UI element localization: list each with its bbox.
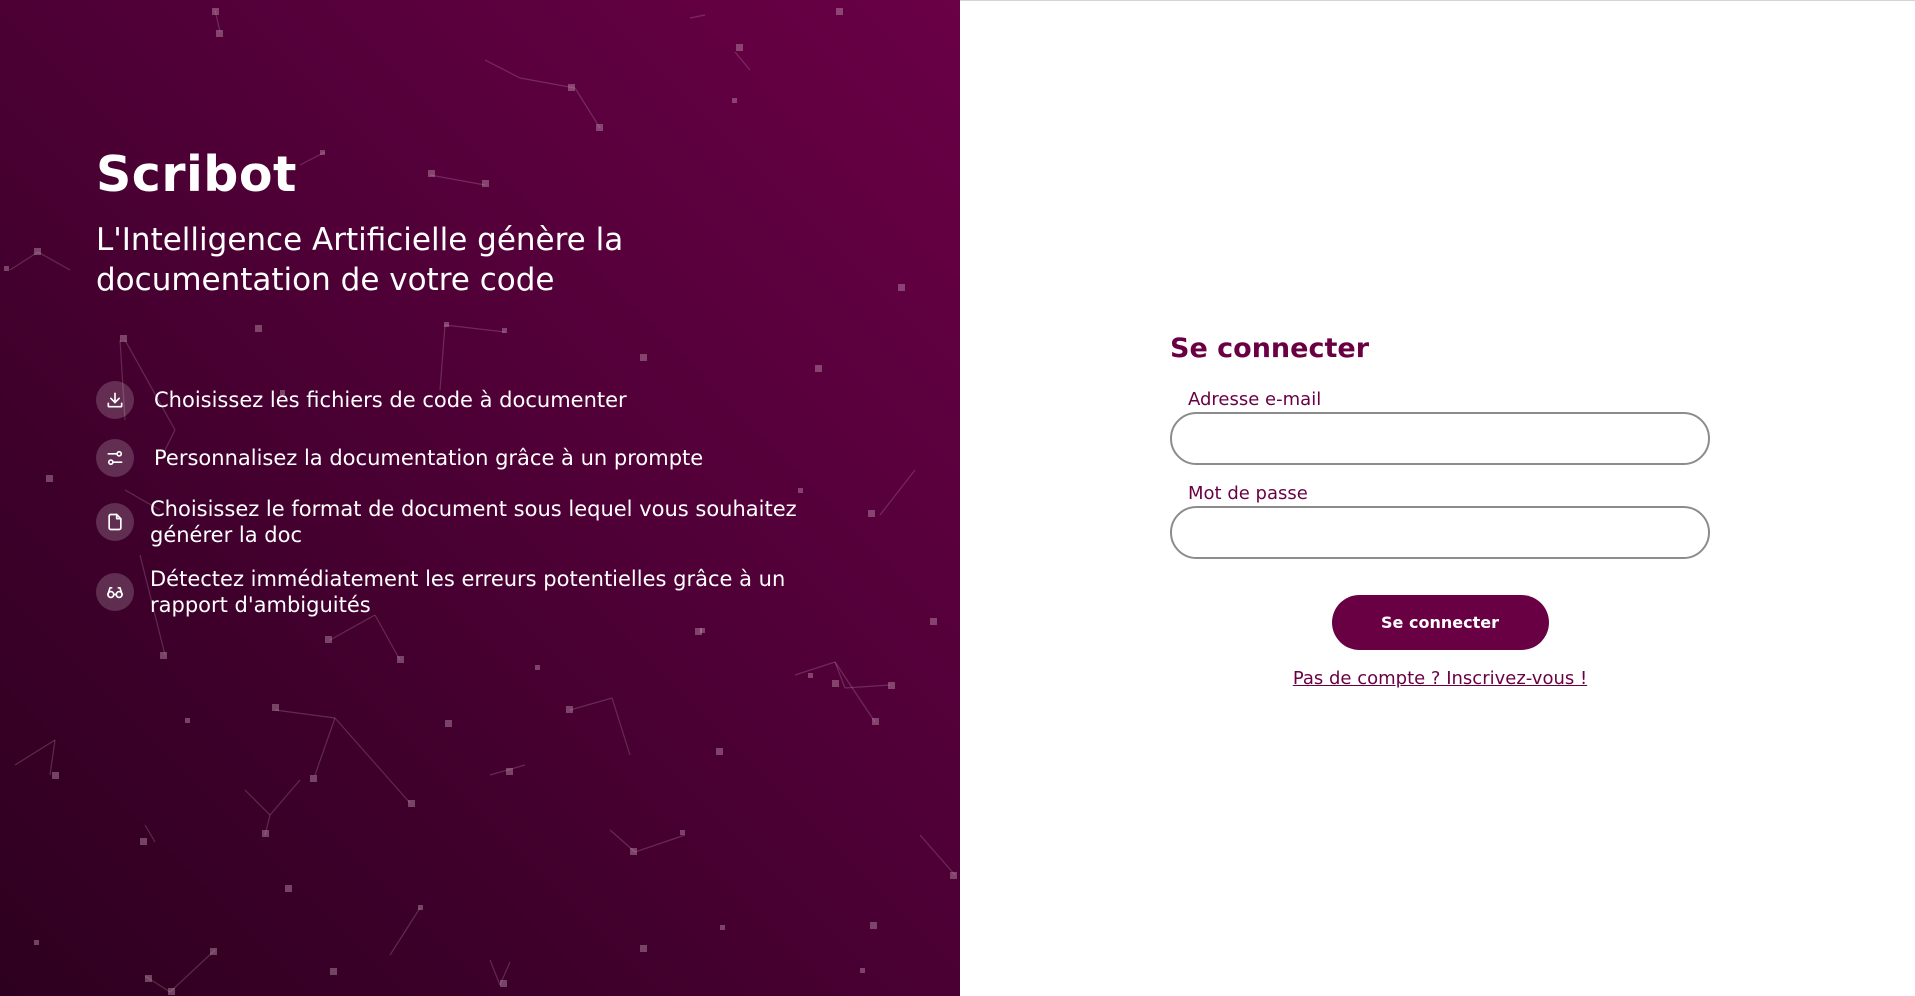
login-button[interactable]: Se connecter (1331, 595, 1549, 650)
form-actions: Se connecter Pas de compte ? Inscrivez-v… (1170, 595, 1710, 689)
hero-panel: Scribot L'Intelligence Artificielle génè… (0, 0, 960, 996)
feature-text: Personnalisez la documentation grâce à u… (154, 446, 704, 470)
email-input[interactable] (1170, 412, 1710, 465)
glasses-icon (96, 573, 134, 611)
feature-text: Choisissez le format de document sous le… (150, 497, 797, 547)
email-field-group: Adresse e-mail (1170, 389, 1710, 465)
brand-title: Scribot (96, 146, 297, 203)
password-field-group: Mot de passe (1170, 483, 1710, 559)
email-label: Adresse e-mail (1188, 389, 1322, 410)
login-panel: Se connecter Adresse e-mail Mot de passe… (960, 0, 1915, 996)
sliders-icon (96, 439, 134, 477)
download-icon (96, 381, 134, 419)
login-form: Se connecter Adresse e-mail Mot de passe… (1170, 329, 1710, 689)
feature-item-format: Choisissez le format de document sous le… (96, 496, 856, 548)
login-title: Se connecter (1170, 333, 1370, 364)
feature-list: Choisissez les fichiers de code à docume… (96, 380, 856, 618)
hero-tagline: L'Intelligence Artificielle génère la do… (96, 222, 624, 298)
feature-text: Choisissez les fichiers de code à docume… (154, 388, 627, 412)
password-label: Mot de passe (1188, 483, 1308, 504)
password-input[interactable] (1170, 506, 1710, 559)
feature-item-prompt: Personnalisez la documentation grâce à u… (96, 438, 856, 478)
hero-content: Scribot L'Intelligence Artificielle génè… (96, 140, 856, 636)
signup-link[interactable]: Pas de compte ? Inscrivez-vous ! (1293, 668, 1587, 689)
feature-item-files: Choisissez les fichiers de code à docume… (96, 380, 856, 420)
file-icon (96, 503, 134, 541)
feature-text: Détectez immédiatement les erreurs poten… (150, 567, 786, 617)
feature-item-ambiguity: Détectez immédiatement les erreurs poten… (96, 566, 856, 618)
login-page: Scribot L'Intelligence Artificielle génè… (0, 0, 1915, 996)
